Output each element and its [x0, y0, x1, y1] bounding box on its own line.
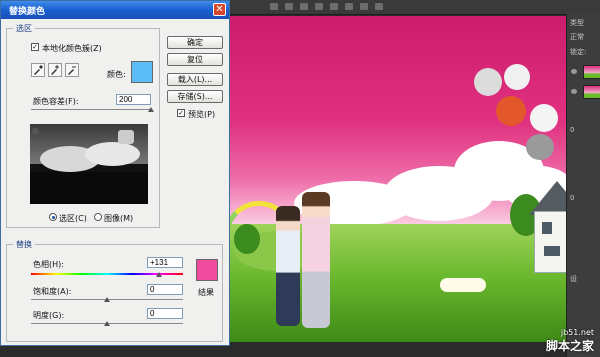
selection-preview[interactable]: [30, 124, 148, 204]
tree: [234, 224, 260, 254]
eye-icon[interactable]: [571, 69, 577, 74]
eyedropper-minus-icon[interactable]: [65, 63, 79, 77]
tool-icon[interactable]: [360, 3, 368, 10]
panel-tab-type[interactable]: 类型: [570, 18, 584, 28]
replace-color-dialog: 替换颜色 ✕ 选区 ✓ 本地化颜色簇(Z) 颜色: 颜色容差(F): 选区(C)…: [0, 0, 230, 346]
preview-label: 预览(P): [188, 110, 216, 119]
lock-label: 锁定:: [570, 48, 587, 56]
layers-panel: 类型 正常 锁定: 0 0 设: [566, 14, 600, 357]
selection-group-title: 选区: [13, 23, 35, 34]
selection-color-swatch[interactable]: [131, 61, 153, 83]
load-button[interactable]: 载入(L)...: [167, 73, 223, 86]
hue-slider-thumb[interactable]: [156, 272, 162, 277]
hue-label: 色相(H):: [33, 260, 64, 269]
close-button[interactable]: ✕: [213, 3, 226, 16]
tool-icon[interactable]: [285, 3, 293, 10]
eyedropper-icon[interactable]: [31, 63, 45, 77]
saturation-slider-thumb[interactable]: [104, 297, 110, 302]
house-window: [542, 222, 552, 234]
lightness-input[interactable]: [147, 308, 183, 319]
tool-icon[interactable]: [315, 3, 323, 10]
radio-selection[interactable]: [49, 213, 57, 221]
color-label: 颜色:: [107, 70, 126, 79]
tool-icon[interactable]: [345, 3, 353, 10]
puzzle-piece: [526, 134, 554, 160]
zero-value: 0: [570, 194, 575, 202]
preview-cloud: [85, 142, 140, 166]
watermark: jb51.net 脚本之家: [546, 328, 594, 354]
tolerance-slider-thumb[interactable]: [148, 107, 154, 112]
preview-ground: [30, 172, 148, 204]
flowers: [440, 278, 486, 292]
radio-image[interactable]: [94, 213, 102, 221]
result-color-swatch[interactable]: [196, 259, 218, 281]
reset-button[interactable]: 复位: [167, 53, 223, 66]
watermark-name: 脚本之家: [545, 339, 594, 353]
saturation-label: 饱和度(A):: [33, 287, 72, 296]
tolerance-slider-track[interactable]: [31, 109, 151, 110]
tolerance-label: 颜色容差(F):: [33, 97, 79, 106]
preview-checkbox[interactable]: ✓: [177, 109, 185, 117]
lightness-label: 明度(G):: [33, 311, 65, 320]
tool-icon[interactable]: [300, 3, 308, 10]
saturation-input[interactable]: [147, 284, 183, 295]
localized-clusters-checkbox[interactable]: ✓: [31, 43, 39, 51]
watermark-url: jb51.net: [560, 328, 594, 337]
puzzle-piece: [504, 64, 530, 90]
replace-group-title: 替换: [13, 239, 35, 250]
tool-icon[interactable]: [330, 3, 338, 10]
dialog-title: 替换颜色: [9, 7, 46, 17]
dialog-title-bar[interactable]: 替换颜色 ✕: [1, 1, 229, 19]
eye-icon[interactable]: [571, 89, 577, 94]
localized-clusters-label: 本地化颜色簇(Z): [42, 44, 102, 53]
house-roof: [529, 181, 566, 215]
house: [534, 211, 566, 273]
lightness-slider-thumb[interactable]: [104, 321, 110, 326]
house-window: [544, 246, 560, 256]
hue-input[interactable]: [147, 257, 183, 268]
radio-image-label: 图像(M): [104, 214, 134, 223]
tool-icon[interactable]: [270, 3, 278, 10]
settings-label: 设: [570, 275, 577, 283]
zero-value: 0: [570, 126, 575, 134]
close-icon: ✕: [215, 4, 224, 15]
puzzle-piece: [530, 104, 558, 132]
ok-button[interactable]: 确定: [167, 36, 223, 49]
eyedropper-plus-icon[interactable]: [48, 63, 62, 77]
radio-selection-label: 选区(C): [59, 214, 87, 223]
result-label: 结果: [198, 288, 214, 297]
tolerance-input[interactable]: [116, 94, 151, 105]
layer-thumbnail[interactable]: [583, 85, 600, 99]
preview-puzzle: [118, 130, 134, 144]
boy-figure: [276, 206, 300, 326]
save-button[interactable]: 存储(S)...: [167, 90, 223, 103]
preview-mark: [32, 128, 39, 135]
puzzle-piece: [474, 68, 502, 96]
tool-icon[interactable]: [375, 3, 383, 10]
puzzle-piece: [496, 96, 526, 126]
layer-thumbnail[interactable]: [583, 65, 600, 79]
blend-mode-label[interactable]: 正常: [570, 32, 584, 42]
girl-figure: [302, 192, 330, 328]
